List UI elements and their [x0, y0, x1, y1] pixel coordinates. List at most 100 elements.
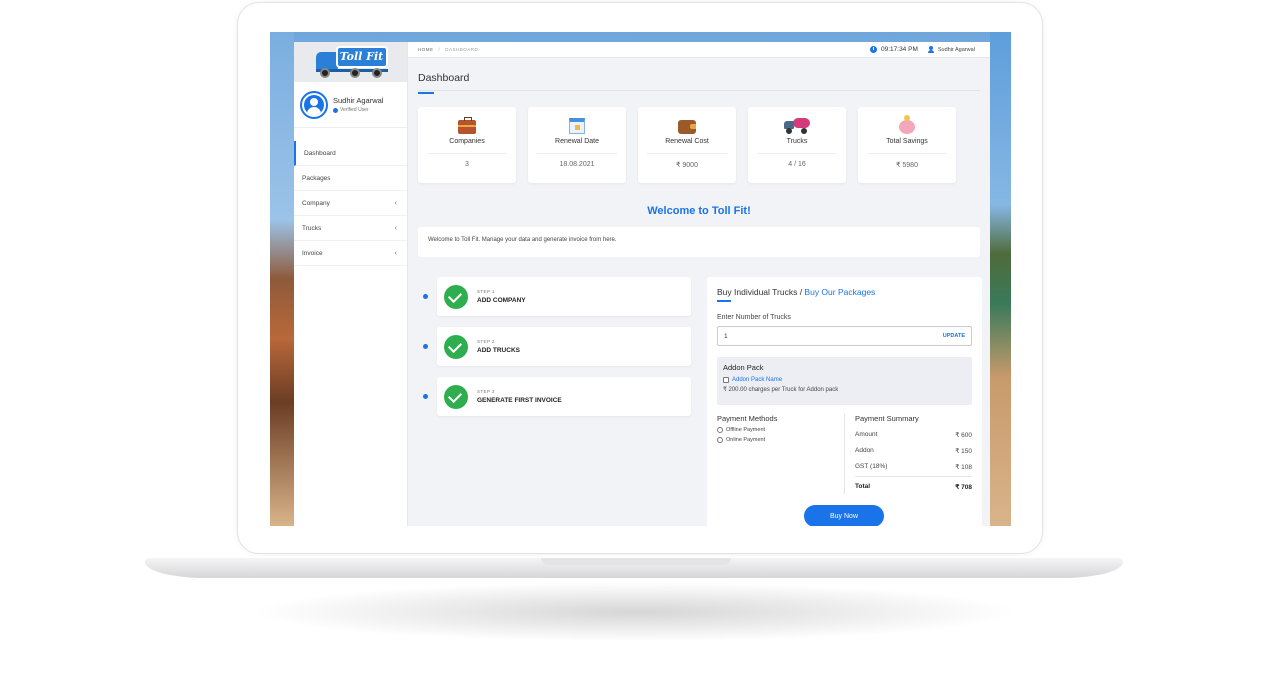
payment-option-online[interactable]: Online Payment	[717, 437, 844, 443]
sidebar-item-company[interactable]: Company ‹	[294, 191, 407, 216]
check-circle-icon	[444, 334, 468, 359]
heading-underline	[717, 300, 731, 302]
top-user-name[interactable]: Sudhir Agarwal	[938, 47, 975, 53]
logo-wheel	[349, 68, 360, 78]
summary-row-amount: Amount ₹ 600	[855, 431, 972, 439]
verified-label: Verified User	[340, 107, 369, 113]
sidebar-item-label: Trucks	[302, 224, 322, 232]
buy-heading: Buy Individual Trucks / Buy Our Packages	[717, 287, 972, 297]
divider	[647, 153, 727, 154]
stat-card-total-savings[interactable]: Total Savings ₹ 5980	[858, 107, 956, 183]
stat-value: ₹ 5980	[896, 162, 918, 169]
sidebar-item-label: Company	[302, 199, 330, 207]
summary-label: Amount	[855, 431, 878, 438]
stat-label: Trucks	[786, 138, 808, 145]
step-card[interactable]: STEP 3 GENERATE FIRST INVOICE	[437, 377, 691, 416]
stat-label: Total Savings	[886, 138, 928, 145]
update-button[interactable]: UPDATE	[943, 333, 965, 339]
payment-option-label: Online Payment	[726, 437, 766, 443]
trucks-count-input[interactable]	[724, 332, 874, 340]
payment-option-offline[interactable]: Offline Payment	[717, 427, 844, 433]
step-title: ADD COMPANY	[477, 297, 526, 304]
stat-card-trucks[interactable]: Trucks 4 / 16	[748, 107, 846, 183]
payment-methods-title: Payment Methods	[717, 414, 778, 423]
sidebar-item-invoice[interactable]: Invoice ‹	[294, 241, 407, 266]
stat-card-renewal-cost[interactable]: Renewal Cost ₹ 9000	[638, 107, 736, 183]
addon-pack-charge: ₹ 200.00 charges per Truck for Addon pac…	[723, 387, 839, 393]
truck-icon	[784, 118, 810, 134]
divider	[855, 476, 972, 477]
stat-label: Renewal Date	[555, 138, 599, 145]
stats-row: Companies 3 Renewal Date 18.08.2021 Rene…	[418, 107, 980, 183]
breadcrumb-separator: /	[438, 47, 441, 52]
step-bullet	[423, 294, 428, 299]
check-circle-icon	[444, 284, 468, 309]
stat-card-renewal-date[interactable]: Renewal Date 18.08.2021	[528, 107, 626, 183]
addon-pack-name[interactable]: Addon Pack Name	[732, 377, 782, 383]
radio-button[interactable]	[717, 427, 723, 433]
sidebar-item-label: Packages	[302, 174, 331, 182]
breadcrumb-home[interactable]: HOME	[418, 47, 434, 52]
stat-label: Renewal Cost	[665, 138, 709, 145]
breadcrumb-current: DASHBOARD	[445, 47, 479, 52]
user-profile[interactable]: Sudhir Agarwal Verified User	[294, 82, 407, 128]
chevron-left-icon: ‹	[394, 224, 397, 232]
stat-value: 18.08.2021	[559, 161, 595, 168]
addon-pack-checkbox[interactable]	[723, 377, 729, 383]
breadcrumb: HOME / DASHBOARD	[418, 47, 478, 52]
addon-pack-title: Addon Pack	[723, 363, 764, 372]
payment-summary: Payment Summary Amount ₹ 600 Addon ₹ 150…	[845, 414, 972, 494]
step-title: ADD TRUCKS	[477, 347, 520, 354]
step-card[interactable]: STEP 1 ADD COMPANY	[437, 277, 691, 316]
summary-row-total: Total ₹ 708	[855, 483, 972, 491]
current-time: 09:17:34 PM	[881, 46, 918, 53]
addon-pack-panel: Addon Pack Addon Pack Name ₹ 200.00 char…	[717, 357, 972, 405]
payment-methods: Payment Methods Offline Payment Online P…	[717, 414, 845, 494]
verified-check-icon	[333, 107, 338, 113]
divider	[427, 153, 507, 154]
step-card[interactable]: STEP 2 ADD TRUCKS	[437, 327, 691, 366]
addon-pack-option[interactable]: Addon Pack Name	[723, 377, 966, 383]
sidebar-item-dashboard[interactable]: Dashboard	[294, 141, 407, 166]
logo-text: Toll Fit	[335, 46, 388, 68]
step-number: STEP 3	[477, 389, 495, 394]
stat-value: ₹ 9000	[676, 162, 698, 169]
welcome-message: Welcome to Toll Fit. Manage your data an…	[418, 227, 980, 257]
buy-trucks-card: Buy Individual Trucks / Buy Our Packages…	[707, 277, 982, 526]
sidebar-item-packages[interactable]: Packages	[294, 166, 407, 191]
piggy-bank-icon	[899, 115, 915, 134]
step-generate-invoice[interactable]: STEP 3 GENERATE FIRST INVOICE	[418, 377, 692, 416]
step-add-trucks[interactable]: STEP 2 ADD TRUCKS	[418, 327, 692, 366]
check-circle-icon	[444, 384, 468, 409]
stat-value: 3	[465, 161, 469, 168]
buy-now-button[interactable]: Buy Now	[804, 505, 884, 526]
buy-packages-link[interactable]: Buy Our Packages	[804, 287, 875, 297]
payment-section: Payment Methods Offline Payment Online P…	[717, 414, 972, 494]
clock-area: 09:17:34 PM Sudhir Agarwal	[870, 46, 975, 53]
trucks-count-label: Enter Number of Trucks	[717, 314, 791, 321]
total-label: Total	[855, 483, 871, 490]
wallet-icon	[678, 120, 696, 134]
summary-label: GST (18%)	[855, 463, 888, 470]
step-add-company[interactable]: STEP 1 ADD COMPANY	[418, 277, 692, 316]
summary-value: ₹ 108	[955, 464, 972, 471]
divider	[537, 153, 617, 154]
divider	[867, 153, 947, 154]
step-number: STEP 1	[477, 289, 495, 294]
radio-button[interactable]	[717, 437, 723, 443]
briefcase-icon	[458, 117, 476, 134]
summary-value: ₹ 150	[955, 448, 972, 455]
sidebar-item-trucks[interactable]: Trucks ‹	[294, 216, 407, 241]
logo-wheel	[319, 68, 330, 78]
profile-name: Sudhir Agarwal	[333, 96, 384, 105]
laptop-screen: Toll Fit Sudhir Agarwal Verified User Da…	[270, 32, 1011, 526]
main-content: Dashboard Companies 3 Renewal Date 18.08…	[418, 58, 982, 526]
sidebar-item-label: Dashboard	[304, 149, 336, 157]
payment-option-label: Offline Payment	[726, 427, 766, 433]
sidebar-nav: Dashboard Packages Company ‹ Trucks ‹ In…	[294, 141, 407, 266]
top-bar: HOME / DASHBOARD 09:17:34 PM Sudhir Agarwa…	[408, 42, 990, 58]
stat-label: Companies	[449, 138, 485, 145]
logo-area[interactable]: Toll Fit	[294, 42, 407, 82]
stat-card-companies[interactable]: Companies 3	[418, 107, 516, 183]
trucks-count-field: UPDATE	[717, 326, 972, 346]
